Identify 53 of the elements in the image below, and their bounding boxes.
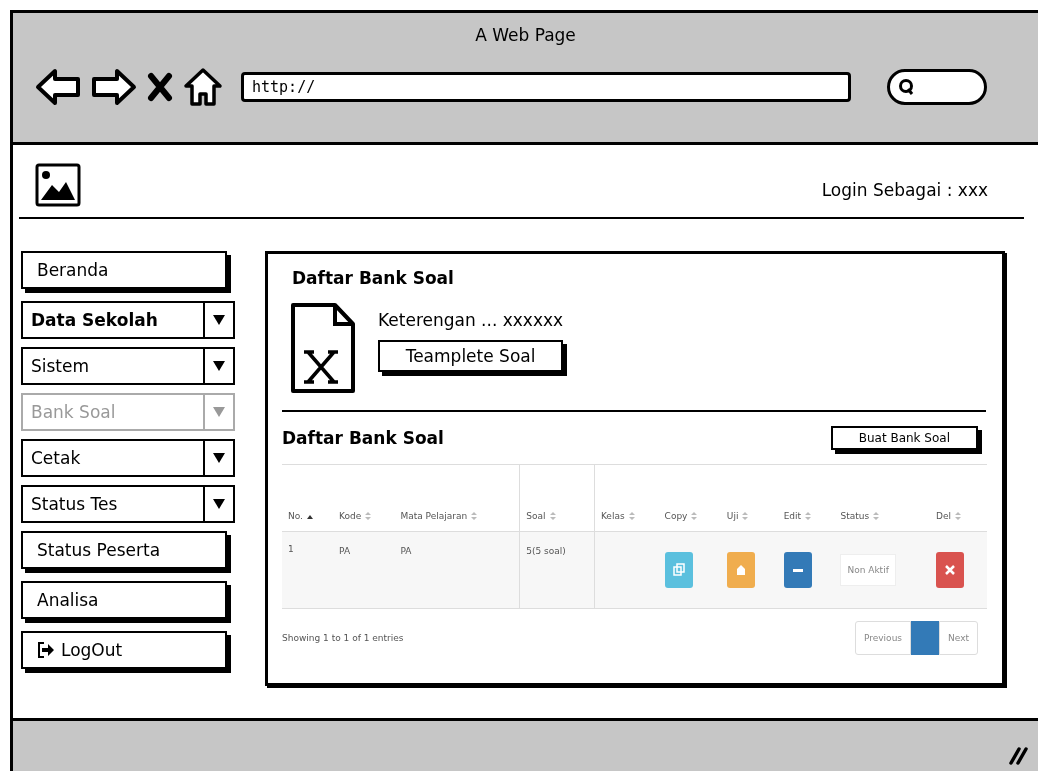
- delete-icon: [943, 563, 958, 577]
- image-icon: [35, 163, 81, 207]
- home-icon[interactable]: [183, 67, 223, 107]
- forward-icon[interactable]: [91, 68, 137, 106]
- page-button[interactable]: [911, 621, 940, 655]
- menu-label: Bank Soal: [30, 402, 117, 422]
- next-button[interactable]: Next: [939, 621, 978, 655]
- description-text: Keterengan ... xxxxxx: [378, 309, 564, 330]
- entries-info: Showing 1 to 1 of 1 entries: [282, 633, 404, 643]
- window-title: A Web Page: [474, 25, 577, 45]
- previous-button[interactable]: Previous: [855, 621, 912, 655]
- search-field[interactable]: [887, 69, 987, 105]
- copy-icon: [671, 563, 686, 577]
- menu-dropdown[interactable]: Data Sekolah: [21, 301, 235, 339]
- logout-icon: [37, 641, 55, 659]
- edit-button[interactable]: [783, 552, 812, 588]
- column-header[interactable]: Kode: [339, 510, 362, 521]
- caret-icon: [212, 405, 226, 419]
- section-title: Daftar Bank Soal: [282, 428, 444, 448]
- table-cell: 1: [282, 531, 334, 609]
- status-button[interactable]: Non Aktif: [840, 554, 896, 586]
- menu-label: Status Tes: [30, 494, 119, 514]
- search-icon: [898, 78, 916, 96]
- table-cell: PA: [333, 531, 395, 609]
- menu-dropdown[interactable]: Cetak: [21, 439, 235, 477]
- column-header[interactable]: Soal: [526, 510, 546, 521]
- menu-label: Sistem: [30, 356, 91, 376]
- column-header[interactable]: Status: [840, 510, 870, 521]
- caret-icon: [212, 313, 226, 327]
- section-title: Daftar Bank Soal: [291, 268, 455, 288]
- menu-dropdown[interactable]: Sistem: [21, 347, 235, 385]
- column-header[interactable]: Kelas: [600, 510, 625, 521]
- login-label: Login Sebagai : xxx: [821, 180, 988, 200]
- menu-label: Cetak: [30, 448, 82, 468]
- column-header[interactable]: Mata Pelajaran: [400, 510, 468, 521]
- caret-icon: [212, 359, 226, 373]
- column-header[interactable]: Uji: [726, 510, 739, 521]
- table-cell: 5(5 soal): [519, 531, 595, 609]
- address-field[interactable]: http://: [241, 72, 851, 102]
- column-header[interactable]: Copy: [664, 510, 688, 521]
- column-header[interactable]: No.: [288, 511, 303, 521]
- column-header[interactable]: Edit: [783, 510, 802, 521]
- caret-icon: [212, 497, 226, 511]
- caret-icon: [212, 451, 226, 465]
- back-icon[interactable]: [35, 68, 81, 106]
- menu-label: Data Sekolah: [30, 310, 159, 330]
- table-cell: PA: [394, 531, 520, 609]
- menu-dropdown[interactable]: Status Tes: [21, 485, 235, 523]
- excel-file-icon: [290, 302, 356, 394]
- close-icon[interactable]: [147, 72, 173, 102]
- resize-grip-icon[interactable]: [1008, 745, 1028, 765]
- delete-button[interactable]: [936, 552, 965, 588]
- column-header[interactable]: Del: [936, 510, 952, 521]
